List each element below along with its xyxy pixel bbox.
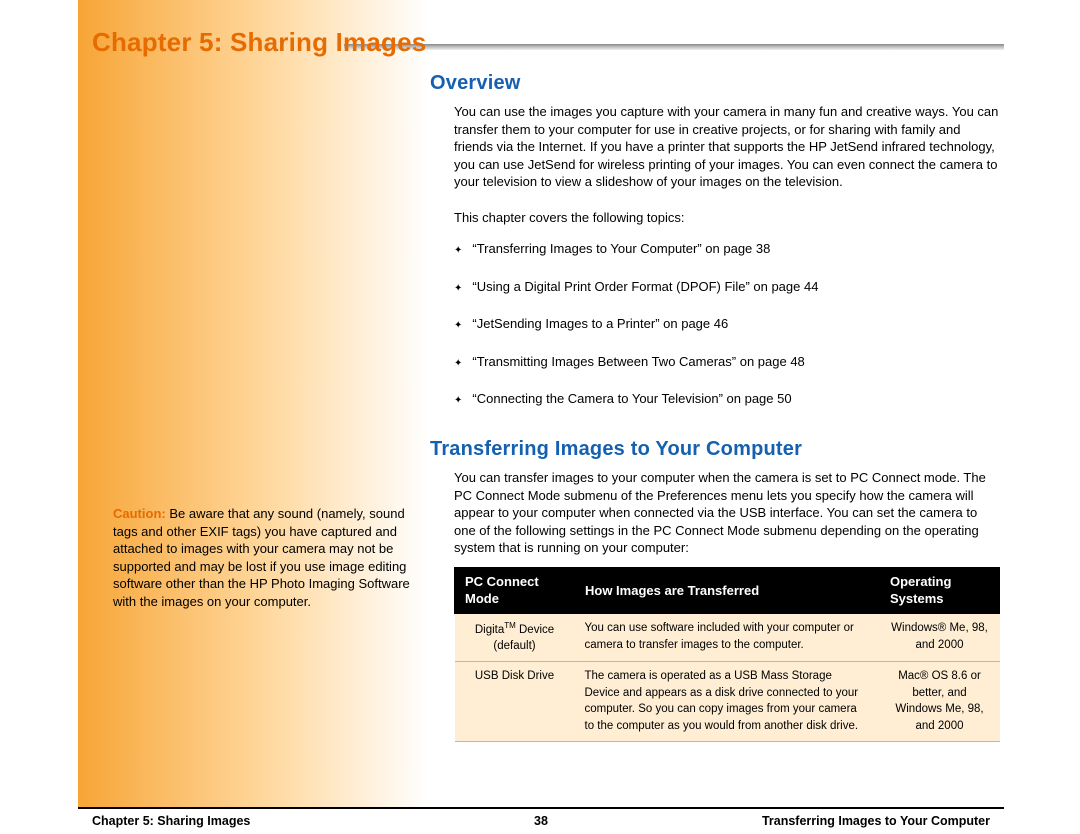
sidebar-gradient	[78, 0, 428, 827]
cell-desc: You can use software included with your …	[575, 613, 880, 661]
topic-item: “Transmitting Images Between Two Cameras…	[454, 353, 1000, 371]
topic-item: “JetSending Images to a Printer” on page…	[454, 315, 1000, 333]
topic-item: “Transferring Images to Your Computer” o…	[454, 240, 1000, 258]
transfer-body: You can transfer images to your computer…	[454, 469, 1000, 557]
chapter-title: Chapter 5: Sharing Images	[92, 25, 426, 60]
footer-right: Transferring Images to Your Computer	[762, 813, 990, 830]
footer-page-number: 38	[534, 813, 548, 830]
topics-list: “Transferring Images to Your Computer” o…	[454, 240, 1000, 408]
pc-connect-table: PC Connect Mode How Images are Transferr…	[454, 567, 1000, 742]
table-row: USB Disk Drive The camera is operated as…	[455, 662, 1000, 742]
cell-mode: DigitaTM Device (default)	[455, 613, 575, 661]
topic-item: “Connecting the Camera to Your Televisio…	[454, 390, 1000, 408]
topics-intro: This chapter covers the following topics…	[454, 209, 1000, 227]
overview-body: You can use the images you capture with …	[454, 103, 1000, 191]
th-os: Operating Systems	[880, 567, 1000, 613]
overview-heading: Overview	[430, 70, 1000, 97]
caution-text: Be aware that any sound (namely, sound t…	[113, 506, 410, 609]
transfer-heading: Transferring Images to Your Computer	[430, 436, 1000, 463]
topic-item: “Using a Digital Print Order Format (DPO…	[454, 278, 1000, 296]
cell-mode: USB Disk Drive	[455, 662, 575, 742]
page-footer: Chapter 5: Sharing Images 38 Transferrin…	[78, 807, 1004, 834]
caution-label: Caution:	[113, 506, 166, 521]
main-content: Overview You can use the images you capt…	[430, 70, 1000, 742]
title-divider	[344, 44, 1004, 50]
table-row: DigitaTM Device (default) You can use so…	[455, 613, 1000, 661]
th-desc: How Images are Transferred	[575, 567, 880, 613]
footer-left: Chapter 5: Sharing Images	[92, 813, 250, 830]
th-mode: PC Connect Mode	[455, 567, 575, 613]
cell-os: Mac® OS 8.6 or better, and Windows Me, 9…	[880, 662, 1000, 742]
cell-desc: The camera is operated as a USB Mass Sto…	[575, 662, 880, 742]
cell-os: Windows® Me, 98, and 2000	[880, 613, 1000, 661]
caution-note: Caution: Be aware that any sound (namely…	[113, 505, 413, 610]
